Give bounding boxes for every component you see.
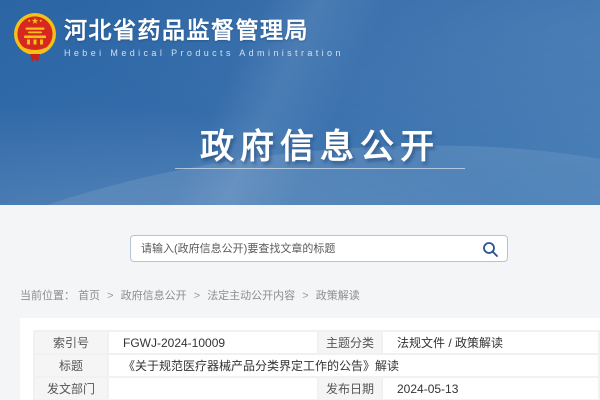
hero-header: 河北省药品监督管理局 Hebei Medical Products Admini… [0,0,600,205]
title-label: 标题 [34,354,108,377]
issuing-department-label: 发文部门 [34,377,108,400]
breadcrumb-separator: > [107,290,113,302]
publish-date-label: 发布日期 [318,377,382,400]
page-banner-title: 政府信息公开 [20,119,600,168]
index-number-label: 索引号 [34,331,108,354]
document-meta-table: 索引号 FGWJ-2024-10009 主题分类 法规文件 / 政策解读 标题 … [33,330,600,400]
topic-category-label: 主题分类 [318,331,382,354]
publish-date-value: 2024-05-13 [382,377,599,400]
issuing-department-value [108,377,318,400]
index-number-value: FGWJ-2024-10009 [108,331,318,354]
document-card: 索引号 FGWJ-2024-10009 主题分类 法规文件 / 政策解读 标题 … [20,318,600,400]
site-logo[interactable]: 河北省药品监督管理局 Hebei Medical Products Admini… [13,8,344,66]
topic-category-value: 法规文件 / 政策解读 [382,331,599,354]
search-input[interactable] [131,236,507,261]
table-row: 标题 《关于规范医疗器械产品分类界定工作的公告》解读 [34,354,599,377]
breadcrumb: 当前位置： 首页 > 政府信息公开 > 法定主动公开内容 > 政策解读 [20,289,360,303]
breadcrumb-prefix: 当前位置： [20,290,75,302]
search-icon [482,241,499,258]
site-subtitle-en: Hebei Medical Products Administration [64,48,344,58]
table-row: 发文部门 发布日期 2024-05-13 [34,377,599,400]
banner-divider [175,168,465,169]
national-emblem-icon [13,8,57,66]
breadcrumb-link-statutory-disclosure[interactable]: 法定主动公开内容 [207,290,295,302]
site-title: 河北省药品监督管理局 [64,16,344,44]
search-box [130,235,508,262]
breadcrumb-link-home[interactable]: 首页 [78,290,100,302]
breadcrumb-link-policy-interpretation[interactable]: 政策解读 [316,290,360,302]
content-area: 当前位置： 首页 > 政府信息公开 > 法定主动公开内容 > 政策解读 索引号 … [0,205,600,400]
title-value: 《关于规范医疗器械产品分类界定工作的公告》解读 [108,354,599,377]
table-row: 索引号 FGWJ-2024-10009 主题分类 法规文件 / 政策解读 [34,331,599,354]
search-button[interactable] [479,239,501,259]
breadcrumb-separator: > [302,290,308,302]
breadcrumb-separator: > [194,290,200,302]
breadcrumb-link-gov-info[interactable]: 政府信息公开 [121,290,187,302]
